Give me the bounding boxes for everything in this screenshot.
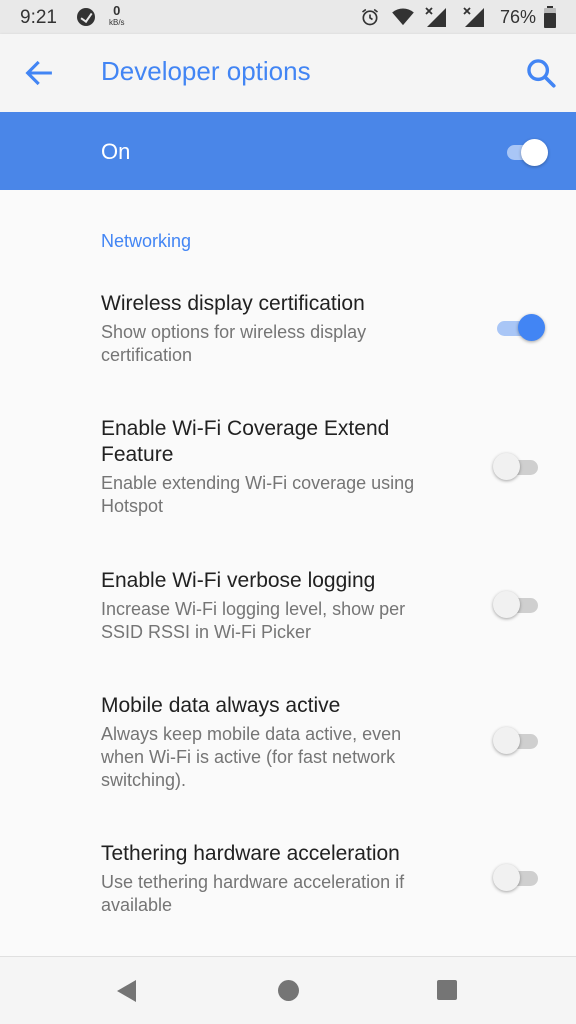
alarm-icon	[362, 8, 378, 26]
preference-summary: Enable extending Wi-Fi coverage using Ho…	[101, 473, 415, 516]
signal-icon	[463, 7, 484, 27]
status-time: 9:21	[20, 7, 57, 28]
app-bar: Developer options	[0, 34, 576, 112]
music-app-icon	[77, 8, 95, 26]
preference-title: Mobile data always active	[101, 694, 341, 717]
preference-switch[interactable]	[491, 590, 545, 620]
switch-thumb	[518, 314, 545, 341]
preference-switch[interactable]	[491, 726, 545, 756]
preference-item-wifi-coverage-extend[interactable]: Enable Wi-Fi Coverage Extend Feature Ena…	[0, 416, 576, 526]
navigation-bar	[0, 956, 576, 1024]
preference-switch[interactable]	[491, 863, 545, 893]
signal-icon	[425, 7, 446, 27]
preference-summary: Show options for wireless display certif…	[101, 322, 367, 365]
arrow-back-icon[interactable]	[22, 56, 56, 90]
preference-item-mobile-data-always-active[interactable]: Mobile data always active Always keep mo…	[0, 693, 576, 798]
preference-summary: Increase Wi-Fi logging level, show per S…	[101, 599, 406, 642]
switch-thumb	[493, 591, 520, 618]
preference-title: Tethering hardware acceleration	[101, 842, 400, 865]
preference-title: Wireless display certification	[101, 292, 365, 315]
page-title: Developer options	[101, 56, 311, 86]
preference-switch[interactable]	[491, 313, 545, 343]
battery-icon	[544, 6, 556, 28]
preference-title: Enable Wi-Fi verbose logging	[101, 569, 376, 592]
switch-thumb	[521, 139, 548, 166]
net-speed-indicator: 0 kB/s	[109, 4, 125, 27]
nav-recents-icon[interactable]	[437, 980, 457, 1000]
section-header: Networking	[101, 231, 192, 251]
net-speed-value: 0	[113, 3, 121, 18]
preference-summary: Always keep mobile data active, even whe…	[101, 724, 402, 790]
preference-switch[interactable]	[491, 452, 545, 482]
preference-summary: Use tethering hardware acceleration if a…	[101, 872, 405, 915]
master-toggle-label: On	[101, 139, 131, 164]
preference-title: Enable Wi-Fi Coverage Extend Feature	[101, 417, 390, 466]
wifi-icon	[392, 8, 414, 26]
preference-item-wifi-verbose-logging[interactable]: Enable Wi-Fi verbose logging Increase Wi…	[0, 568, 576, 648]
nav-back-icon[interactable]	[116, 979, 138, 1003]
switch-thumb	[493, 453, 520, 480]
preference-item-tethering-hw-acceleration[interactable]: Tethering hardware acceleration Use teth…	[0, 841, 576, 921]
search-icon[interactable]	[524, 56, 558, 90]
switch-thumb	[493, 864, 520, 891]
master-toggle-bar[interactable]: On	[0, 112, 576, 190]
switch-thumb	[493, 727, 520, 754]
preference-item-wireless-display[interactable]: Wireless display certification Show opti…	[0, 291, 576, 381]
net-speed-unit: kB/s	[109, 18, 125, 27]
nav-home-icon[interactable]	[278, 980, 299, 1001]
battery-percent: 76%	[500, 7, 537, 27]
master-toggle-switch[interactable]	[503, 137, 551, 167]
status-bar: 9:21 0 kB/s 76%	[0, 0, 576, 34]
